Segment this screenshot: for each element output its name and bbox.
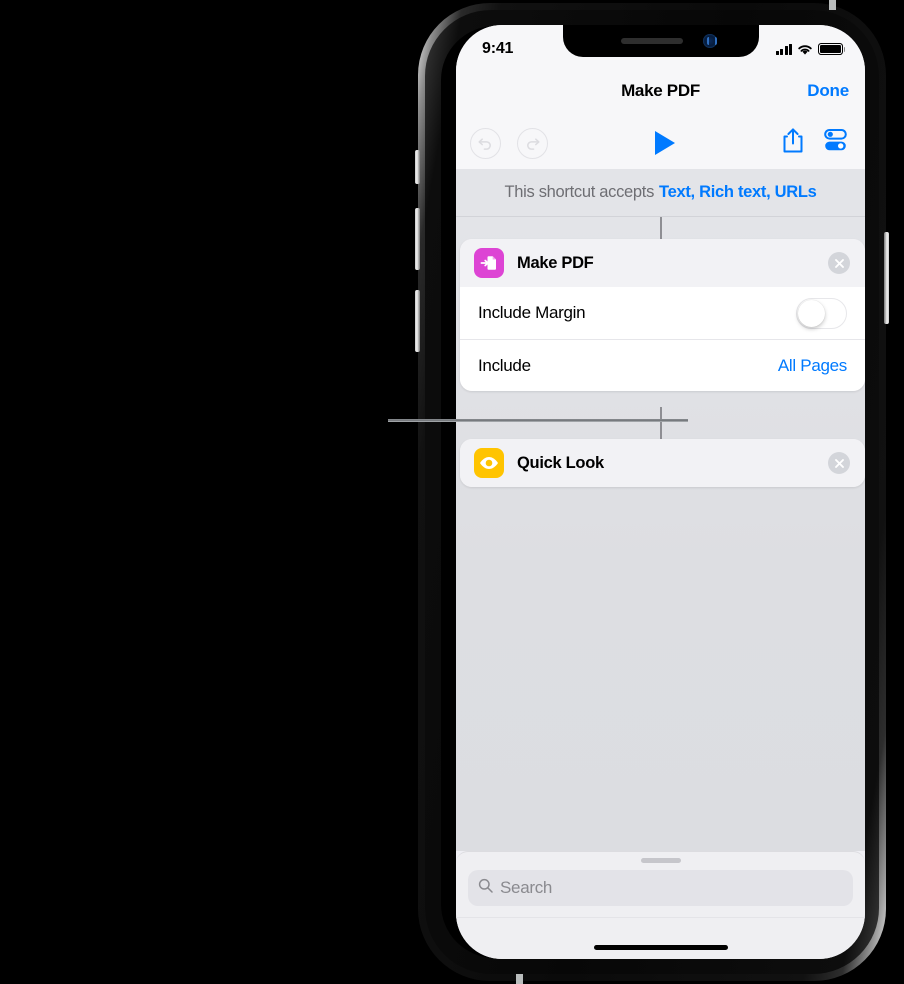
action-parameters: Include Margin Include All Pages: [460, 287, 865, 391]
status-bar-clock: 9:41: [482, 40, 514, 57]
action-card-header[interactable]: Make PDF: [460, 239, 865, 287]
quick-look-eye-icon: [474, 448, 504, 478]
settings-sliders-icon[interactable]: [822, 128, 849, 158]
crop-mark-top: [829, 0, 836, 10]
screenshot-root: 9:41 Make PDF Done This shortcut accepts…: [0, 0, 904, 984]
search-icon: [478, 878, 493, 898]
action-title: Quick Look: [517, 453, 604, 472]
search-input[interactable]: Search: [468, 870, 853, 906]
accepts-bar[interactable]: This shortcut accepts Text, Rich text, U…: [456, 169, 865, 217]
action-card-header[interactable]: Quick Look: [460, 439, 865, 487]
action-title: Make PDF: [517, 253, 594, 272]
shortcut-canvas: Make PDF Include Margin Include All Page…: [456, 217, 865, 851]
accepts-types-link[interactable]: Text, Rich text, URLs: [659, 183, 817, 202]
include-value[interactable]: All Pages: [778, 356, 847, 376]
mute-switch-button[interactable]: [415, 150, 420, 184]
toggle-knob: [798, 299, 825, 327]
volume-up-button[interactable]: [415, 208, 420, 270]
battery-full-icon: [818, 43, 846, 55]
volume-down-button[interactable]: [415, 290, 420, 352]
parameter-row-include[interactable]: Include All Pages: [460, 339, 865, 391]
earpiece-speaker-icon: [620, 38, 683, 44]
action-card-make-pdf[interactable]: Make PDF Include Margin Include All Page…: [460, 239, 865, 391]
toolbar-right-group: [782, 127, 865, 159]
navigation-bar: Make PDF Done: [456, 65, 865, 117]
sheet-grabber-handle[interactable]: [640, 858, 681, 863]
include-margin-toggle[interactable]: [796, 297, 847, 329]
search-placeholder: Search: [500, 878, 553, 897]
notch: [562, 25, 759, 57]
home-indicator[interactable]: [593, 945, 728, 950]
callout-leader-line: [388, 419, 688, 422]
toolbar-center-group: [548, 131, 782, 155]
library-sheet[interactable]: Search: [456, 851, 865, 917]
connector-line-between-cards: [659, 407, 662, 439]
page-title: Make PDF: [621, 81, 700, 100]
parameter-label: Include: [478, 355, 531, 375]
phone-screen: 9:41 Make PDF Done This shortcut accepts…: [456, 25, 865, 959]
wifi-icon: [797, 43, 813, 55]
done-button[interactable]: Done: [807, 81, 849, 101]
parameter-label: Include Margin: [478, 303, 586, 322]
accepts-prefix-label: This shortcut accepts: [504, 183, 655, 201]
front-camera-icon: [702, 34, 717, 48]
crop-mark-bottom: [516, 974, 523, 984]
action-card-quick-look[interactable]: Quick Look: [460, 439, 865, 487]
connector-line-top: [659, 217, 662, 239]
close-circle-icon[interactable]: [828, 252, 850, 274]
close-circle-icon[interactable]: [828, 452, 850, 474]
redo-icon[interactable]: [517, 127, 548, 159]
play-icon[interactable]: [655, 131, 675, 155]
status-bar-indicators: [775, 43, 846, 55]
share-icon[interactable]: [782, 127, 804, 159]
make-pdf-icon: [474, 248, 504, 278]
cellular-signal-icon: [775, 43, 792, 55]
undo-icon[interactable]: [470, 127, 501, 159]
bottom-bar: [456, 917, 865, 959]
toolbar-left-group: [456, 127, 548, 159]
editor-toolbar: [456, 117, 865, 169]
power-button[interactable]: [884, 232, 889, 324]
parameter-row-include-margin[interactable]: Include Margin: [460, 287, 865, 339]
